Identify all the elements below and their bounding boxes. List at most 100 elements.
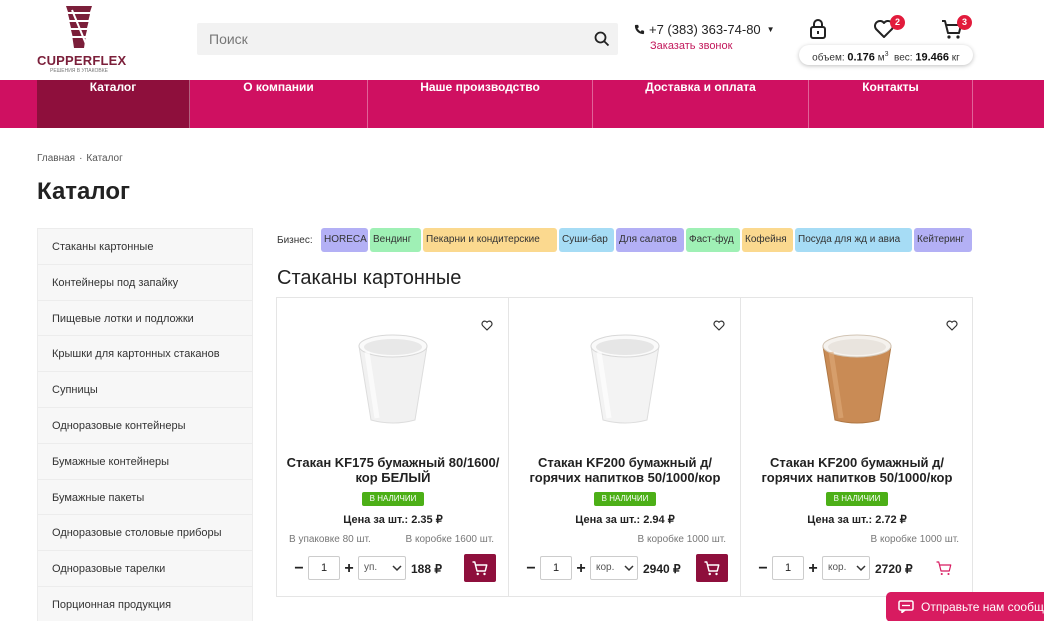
in-stock-badge: В НАЛИЧИИ — [826, 492, 888, 506]
box-quantity: В коробке 1000 шт. — [870, 534, 959, 545]
business-tag[interactable]: Вендинг — [370, 228, 421, 252]
sidebar-item[interactable]: Бумажные пакеты — [38, 479, 253, 516]
logo[interactable]: CUPPERFLEX РЕШЕНИЯ В УПАКОВКЕ — [37, 4, 127, 74]
cart-volume-weight: объем: 0.176 м3 вес: 19.466 кг — [799, 45, 973, 65]
unit-select[interactable]: кор. — [590, 556, 638, 580]
sidebar-item[interactable]: Одноразовые контейнеры — [38, 407, 253, 444]
callback-link[interactable]: Заказать звонок — [650, 40, 732, 52]
brand-name: CUPPERFLEX — [37, 53, 127, 68]
phone-text: +7 (383) 363-74-80 — [649, 22, 761, 37]
qty-plus-button[interactable]: + — [575, 560, 587, 578]
qty-plus-button[interactable]: + — [343, 560, 355, 578]
lock-icon[interactable] — [806, 17, 830, 41]
business-tag[interactable]: Пекарни и кондитерские — [423, 228, 557, 252]
breadcrumb-current: Каталог — [86, 153, 123, 164]
qty-input[interactable] — [308, 556, 340, 580]
in-stock-badge: В НАЛИЧИИ — [594, 492, 656, 506]
search-icon[interactable] — [594, 31, 610, 47]
add-to-cart-button[interactable] — [928, 554, 960, 582]
pack-quantity: В упаковке 80 шт. — [289, 534, 371, 545]
volume-label: объем: — [812, 52, 845, 64]
line-total: 2720 ₽ — [875, 562, 913, 576]
breadcrumb-home[interactable]: Главная — [37, 153, 75, 164]
weight-label: вес: — [894, 52, 913, 64]
wishlist-count-badge: 2 — [890, 15, 905, 30]
chat-widget-button[interactable]: Отправьте нам сообщ — [886, 592, 1044, 621]
chevron-down-icon — [392, 565, 402, 572]
qty-input[interactable] — [540, 556, 572, 580]
line-total: 188 ₽ — [411, 562, 442, 576]
unit-select[interactable]: уп. — [358, 556, 406, 580]
sidebar-item[interactable]: Супницы — [38, 372, 253, 408]
unit-price: Цена за шт.: 2.72 ₽ — [807, 514, 907, 526]
product-card: Стакан KF200 бумажный д/горячих напитков… — [509, 298, 741, 596]
box-quantity: В коробке 1600 шт. — [405, 534, 494, 545]
search-bar — [197, 23, 618, 55]
chevron-down-icon[interactable]: ▼ — [767, 25, 775, 34]
sidebar-item[interactable]: Пищевые лотки и подложки — [38, 300, 253, 337]
section-title: Стаканы картонные — [277, 267, 462, 289]
add-to-cart-button[interactable] — [696, 554, 728, 582]
favorite-heart-icon[interactable] — [946, 320, 958, 331]
sidebar-item[interactable]: Одноразовые столовые приборы — [38, 515, 253, 552]
page-title: Каталог — [37, 178, 130, 205]
message-icon — [898, 600, 914, 613]
brand-tagline: РЕШЕНИЯ В УПАКОВКЕ — [50, 68, 108, 74]
volume-value: 0.176 — [847, 51, 875, 64]
product-grid: Стакан KF175 бумажный 80/1600/кор БЕЛЫЙ … — [276, 297, 973, 597]
nav-item-production[interactable]: Наше производство — [368, 80, 593, 128]
add-to-cart-button[interactable] — [464, 554, 496, 582]
product-name[interactable]: Стакан KF200 бумажный д/горячих напитков… — [749, 455, 965, 485]
business-tag[interactable]: HORECA — [321, 228, 368, 252]
phone-icon — [634, 24, 645, 35]
sidebar-item[interactable]: Одноразовые тарелки — [38, 551, 253, 587]
sidebar-item[interactable]: Порционная продукция — [38, 586, 253, 621]
product-name[interactable]: Стакан KF200 бумажный д/горячих напитков… — [517, 455, 733, 485]
sidebar-item[interactable]: Бумажные контейнеры — [38, 443, 253, 480]
chevron-down-icon — [624, 565, 634, 572]
nav-item-about[interactable]: О компании — [190, 80, 368, 128]
product-image[interactable] — [585, 328, 665, 428]
cart-icon — [472, 561, 488, 576]
volume-unit: м — [877, 52, 885, 64]
unit-select[interactable]: кор. — [822, 556, 870, 580]
business-tag[interactable]: Посуда для жд и авиа — [795, 228, 912, 252]
qty-minus-button[interactable]: − — [525, 560, 537, 578]
business-tag[interactable]: Для салатов — [616, 228, 684, 252]
weight-value: 19.466 — [915, 51, 950, 64]
nav-item-catalog[interactable]: Каталог — [37, 80, 190, 128]
main-nav: Каталог О компании Наше производство Дос… — [0, 80, 1044, 128]
business-tag[interactable]: Кейтеринг — [914, 228, 972, 252]
unit-select-value: кор. — [828, 562, 847, 573]
sidebar-item[interactable]: Стаканы картонные — [38, 229, 253, 265]
product-card: Стакан KF200 бумажный д/горячих напитков… — [741, 298, 973, 596]
volume-unit-sup: 3 — [884, 51, 889, 58]
sidebar-item[interactable]: Контейнеры под запайку — [38, 264, 253, 301]
business-tag[interactable]: Кофейня — [742, 228, 793, 252]
product-image[interactable] — [817, 328, 897, 428]
favorite-heart-icon[interactable] — [713, 320, 725, 331]
cart-icon — [704, 561, 720, 576]
product-name[interactable]: Стакан KF175 бумажный 80/1600/кор БЕЛЫЙ — [285, 455, 501, 485]
breadcrumb: Главная · Каталог — [37, 153, 123, 164]
nav-item-delivery[interactable]: Доставка и оплата — [593, 80, 809, 128]
product-image[interactable] — [353, 328, 433, 428]
favorite-heart-icon[interactable] — [481, 320, 493, 331]
unit-select-value: уп. — [364, 562, 378, 573]
chevron-down-icon — [856, 565, 866, 572]
nav-item-contacts[interactable]: Контакты — [809, 80, 973, 128]
unit-price: Цена за шт.: 2.94 ₽ — [575, 514, 675, 526]
weight-unit: кг — [951, 52, 960, 64]
qty-input[interactable] — [772, 556, 804, 580]
business-tag[interactable]: Фаст-фуд — [686, 228, 740, 252]
qty-minus-button[interactable]: − — [293, 560, 305, 578]
business-tag[interactable]: Суши-бар — [559, 228, 614, 252]
phone-number[interactable]: +7 (383) 363-74-80 ▼ — [634, 22, 775, 37]
logo-cup-icon — [66, 6, 92, 48]
qty-plus-button[interactable]: + — [807, 560, 819, 578]
sidebar-item[interactable]: Крышки для картонных стаканов — [38, 336, 253, 373]
site-header: CUPPERFLEX РЕШЕНИЯ В УПАКОВКЕ +7 (383) 3… — [0, 0, 1044, 80]
qty-minus-button[interactable]: − — [757, 560, 769, 578]
line-total: 2940 ₽ — [643, 562, 681, 576]
search-input[interactable] — [197, 23, 577, 55]
